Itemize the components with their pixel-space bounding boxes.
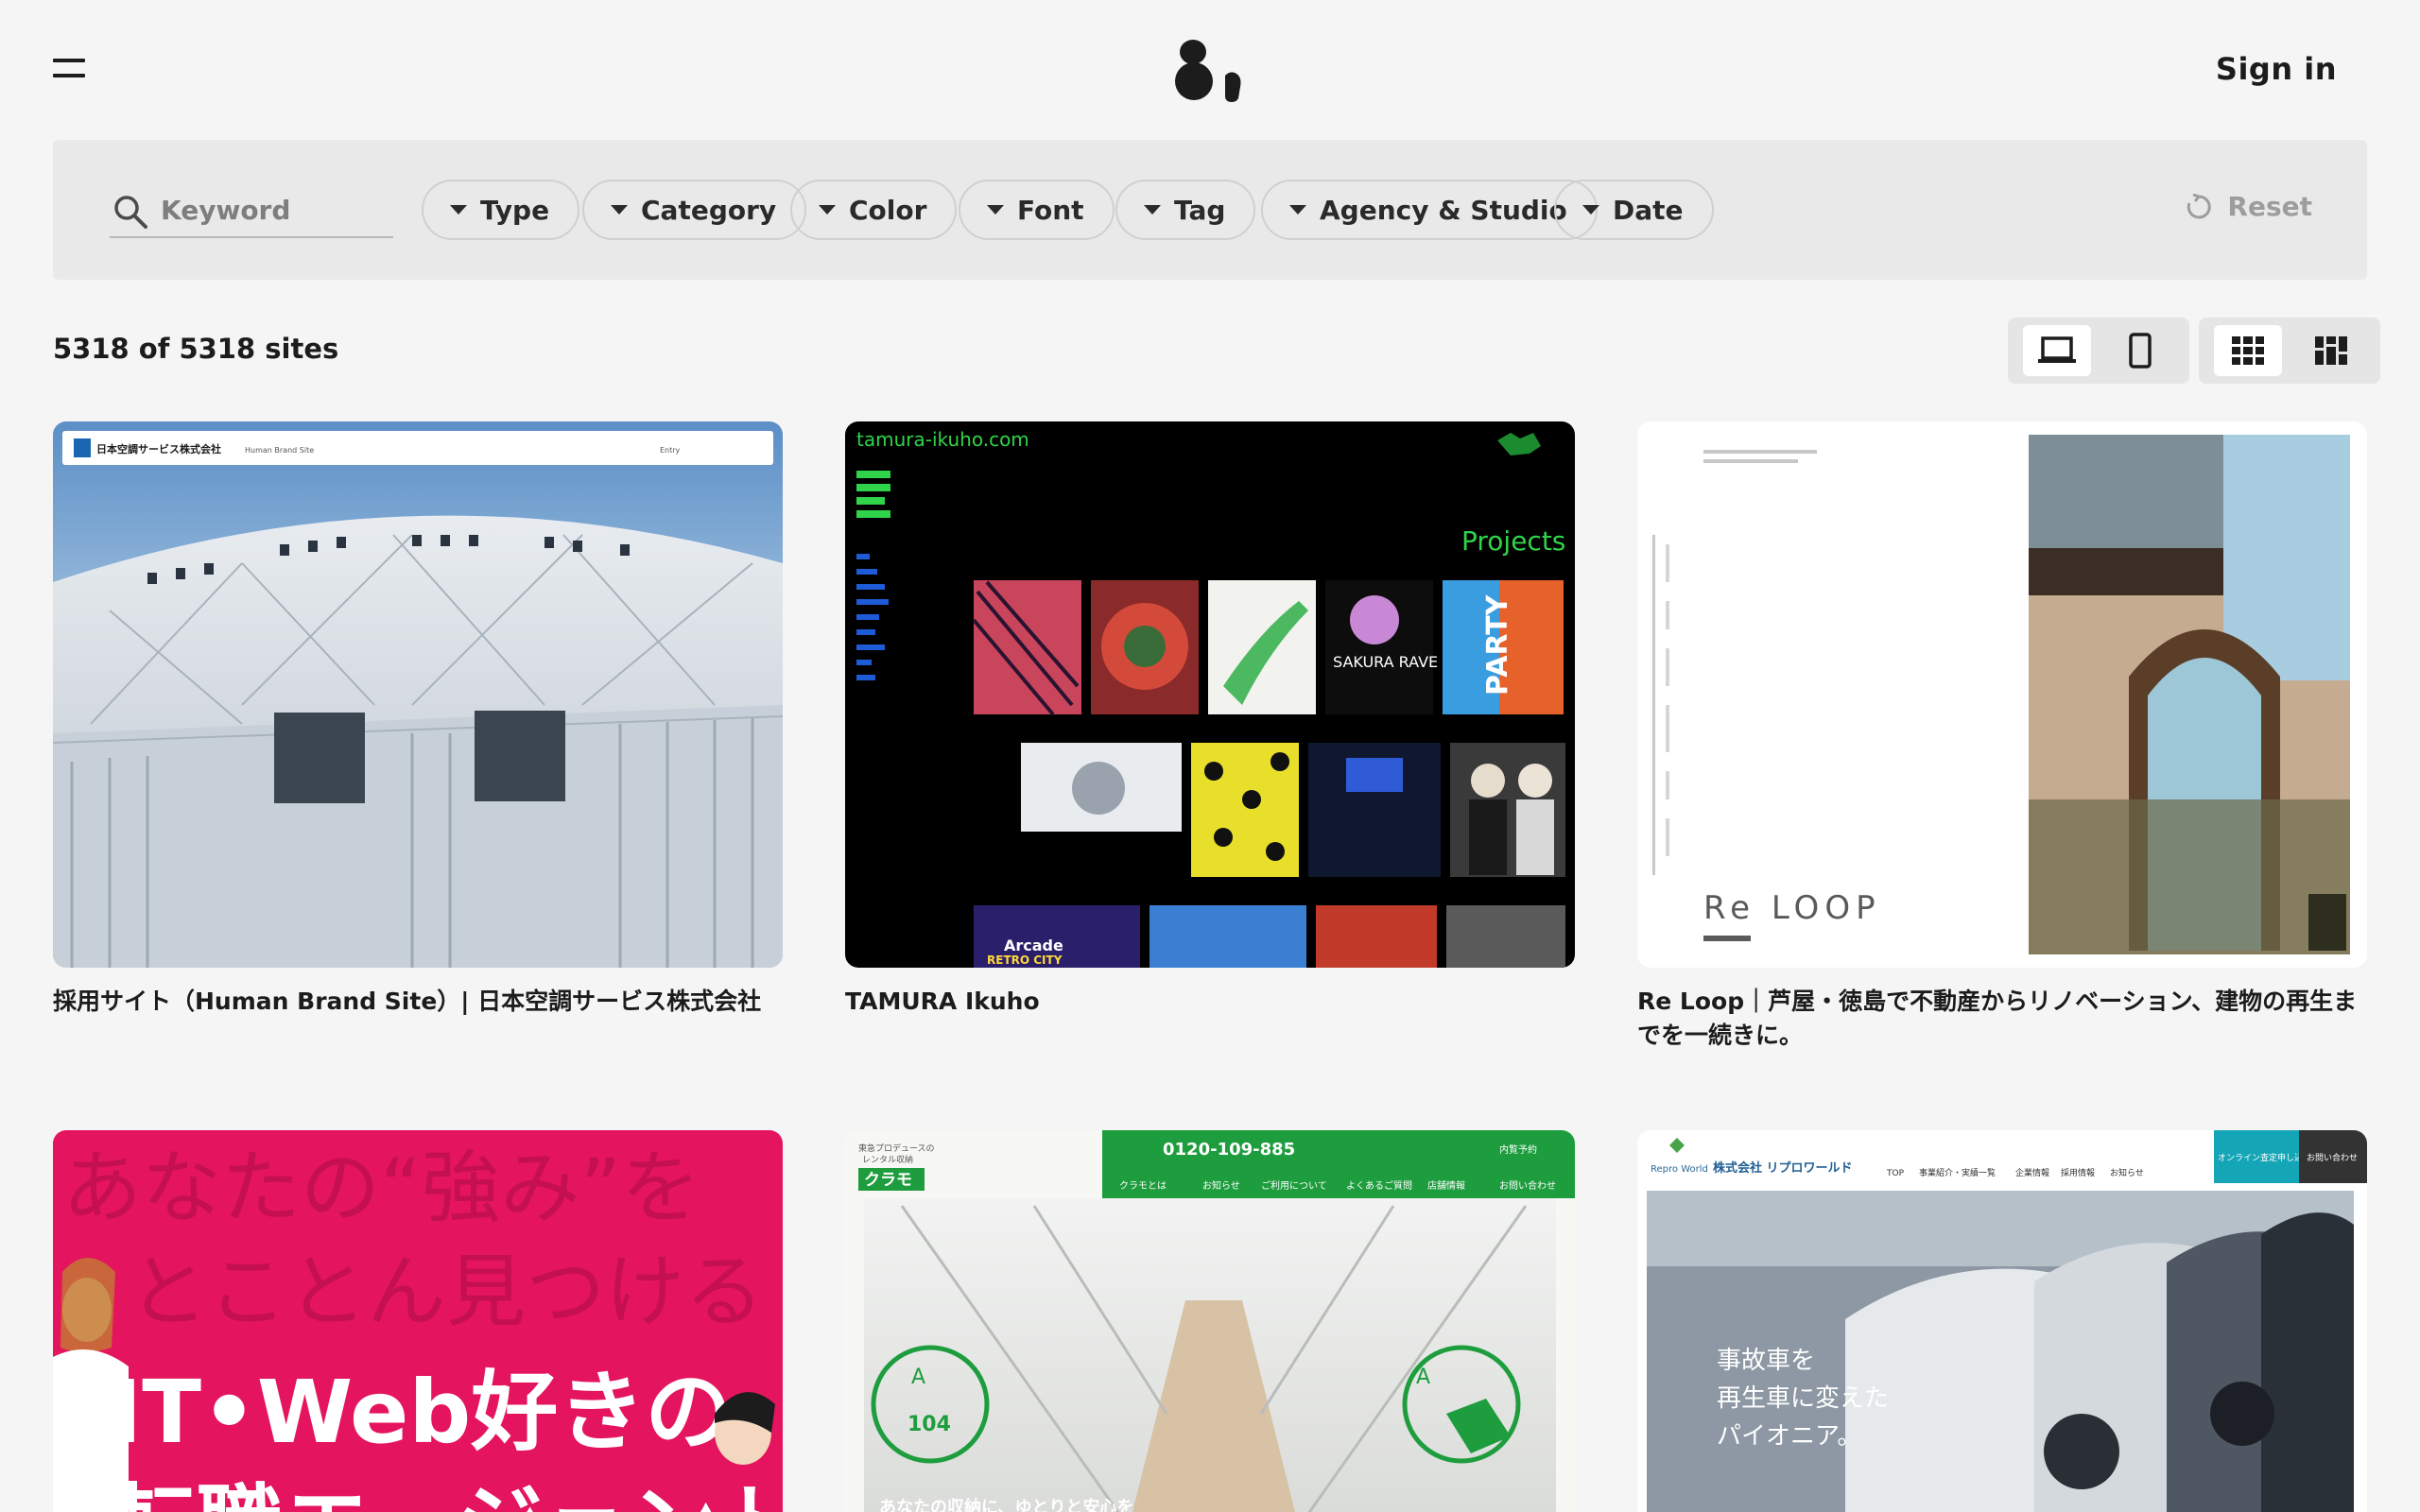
masonry-icon: [2315, 336, 2347, 365]
site-thumbnail[interactable]: Re LOOP: [1637, 421, 2367, 968]
search-field: [110, 185, 393, 238]
reset-label: Reset: [2227, 191, 2312, 222]
date-filter-dropdown[interactable]: Date: [1554, 180, 1714, 240]
screenshot-contact-text: お問い合わせ: [1499, 1179, 1556, 1192]
agency-studio-filter-label: Agency & Studio: [1320, 194, 1567, 226]
category-filter-label: Category: [641, 194, 777, 226]
site-thumbnail[interactable]: 東急プロデュースの レンタル収納 クラモ 0120-109-885 クラモとは …: [845, 1130, 1575, 1512]
layout-view-toggle: [2199, 318, 2380, 384]
site-header: Sign in: [0, 0, 2420, 140]
caret-down-icon: [611, 205, 628, 215]
screenshot-brand-text: 日本空調サービス株式会社: [96, 442, 221, 455]
svg-text:レンタル収納: レンタル収納: [862, 1154, 913, 1165]
svg-text:104: 104: [908, 1413, 951, 1436]
site-thumbnail[interactable]: Repro World 株式会社 リプロワールド TOP 事業紹介・実績一覧 企…: [1637, 1130, 2367, 1512]
font-filter-label: Font: [1017, 194, 1084, 226]
svg-text:A: A: [911, 1366, 925, 1389]
screenshot-nav1-text: クラモとは: [1119, 1180, 1167, 1192]
81-logo-icon[interactable]: [1174, 38, 1246, 102]
screenshot-nav3-text: ご利用について: [1261, 1179, 1327, 1192]
site-title[interactable]: Re Loop｜芦屋・徳島で不動産からリノベーション、建物の再生までを一続きに。: [1637, 985, 2367, 1053]
sign-in-link[interactable]: Sign in: [2216, 51, 2337, 87]
screenshot-headline4-text: 転職エージェント: [110, 1475, 783, 1512]
svg-text:東急プロデュースの: 東急プロデュースの: [858, 1143, 935, 1154]
screenshot-headline2-text: とことん見つける: [129, 1246, 764, 1338]
agency-studio-filter-dropdown[interactable]: Agency & Studio: [1261, 180, 1598, 240]
result-count: 5318 of 5318 sites: [53, 333, 339, 365]
screenshot-headline3-text: IT•Web好きの: [110, 1362, 732, 1463]
site-thumbnail[interactable]: 日本空調サービス株式会社 Human Brand Site Entry: [53, 421, 783, 968]
screenshot-retro-text: RETRO CITY: [987, 954, 1063, 967]
category-filter-dropdown[interactable]: Category: [582, 180, 807, 240]
screenshot-entry-text: Entry: [660, 446, 681, 455]
date-filter-label: Date: [1613, 194, 1684, 226]
desktop-view-button[interactable]: [2023, 325, 2091, 376]
tag-filter-dropdown[interactable]: Tag: [1115, 180, 1256, 240]
device-view-toggle: [2008, 318, 2189, 384]
screenshot-repro-en-text: Repro World: [1651, 1164, 1708, 1175]
screenshot-arcade-text: Arcade: [1004, 936, 1063, 954]
type-filter-dropdown[interactable]: Type: [422, 180, 580, 240]
tag-filter-label: Tag: [1174, 194, 1226, 226]
screenshot-party-text: PARTY: [1481, 593, 1514, 696]
screenshot-nav-news-text: お知らせ: [2110, 1167, 2144, 1178]
screenshot-projects-text: Projects: [1461, 525, 1565, 557]
laptop-icon: [2038, 336, 2076, 363]
reset-icon: [2187, 193, 2212, 218]
color-filter-dropdown[interactable]: Color: [790, 180, 958, 240]
screenshot-reloop-text: Re LOOP: [1703, 889, 1881, 927]
caret-down-icon: [1582, 205, 1599, 215]
mobile-view-button[interactable]: [2106, 325, 2174, 376]
phone-icon: [2129, 333, 2152, 369]
keyword-search-input[interactable]: [161, 191, 388, 229]
screenshot-hero2-text: 再生車に変えた: [1717, 1384, 1889, 1413]
screenshot-catchcopy-text: あなたの収納に、ゆとりと安心を: [879, 1497, 1133, 1512]
color-filter-label: Color: [849, 194, 927, 226]
screenshot-nav4-text: よくあるご質問: [1346, 1179, 1412, 1192]
screenshot-nav5-text: 店舗情報: [1427, 1179, 1465, 1192]
hamburger-menu-icon[interactable]: [53, 59, 85, 79]
screenshot-nav-works-text: 事業紹介・実績一覧: [1919, 1167, 1996, 1178]
caret-down-icon: [450, 205, 467, 215]
screenshot-nav-recruit-text: 採用情報: [2061, 1167, 2095, 1178]
caret-down-icon: [819, 205, 836, 215]
screenshot-nav2-text: お知らせ: [1202, 1179, 1240, 1192]
site-thumbnail[interactable]: あなたの“強み”を とことん見つける IT•Web好きの 転職エージェント: [53, 1130, 783, 1512]
screenshot-headline1-text: あなたの“強み”を: [62, 1142, 700, 1234]
screenshot-inquiry-text: お問い合わせ: [2307, 1152, 2358, 1163]
filter-bar: Type Category Color Font Tag Agency & St…: [53, 140, 2367, 280]
site-title[interactable]: 採用サイト（Human Brand Site）| 日本空調サービス株式会社: [53, 985, 783, 1019]
screenshot-hero3-text: パイオニア。: [1717, 1422, 1861, 1451]
screenshot-assess-text: オンライン査定申し込み: [2218, 1152, 2311, 1163]
screenshot-sakura-text: SAKURA RAVE: [1333, 653, 1438, 671]
reset-filters-button[interactable]: Reset: [2184, 191, 2312, 222]
font-filter-dropdown[interactable]: Font: [959, 180, 1115, 240]
screenshot-nav-company-text: 企業情報: [2015, 1167, 2049, 1178]
caret-down-icon: [1289, 205, 1306, 215]
screenshot-reserve-text: 内覧予約: [1499, 1143, 1537, 1156]
screenshot-hero1-text: 事故車を: [1717, 1347, 1815, 1375]
screenshot-url-text: tamura-ikuho.com: [856, 428, 1029, 451]
caret-down-icon: [1144, 205, 1161, 215]
screenshot-repro-ja-text: 株式会社 リプロワールド: [1713, 1160, 1853, 1176]
type-filter-label: Type: [480, 194, 550, 226]
search-icon: [114, 196, 147, 229]
grid-view-button[interactable]: [2214, 325, 2282, 376]
screenshot-subtitle-text: Human Brand Site: [245, 446, 314, 455]
screenshot-kuramo-logo-text: クラモ: [864, 1171, 912, 1190]
masonry-view-button[interactable]: [2297, 325, 2365, 376]
svg-text:A: A: [1416, 1366, 1430, 1389]
caret-down-icon: [987, 205, 1004, 215]
grid-icon: [2232, 336, 2264, 365]
screenshot-phone-text: 0120-109-885: [1163, 1140, 1295, 1160]
site-title[interactable]: TAMURA Ikuho: [845, 985, 1575, 1019]
site-thumbnail[interactable]: tamura-ikuho.com Projects SAKURA RAVE PA…: [845, 421, 1575, 968]
screenshot-nav-top-text: TOP: [1886, 1169, 1905, 1178]
